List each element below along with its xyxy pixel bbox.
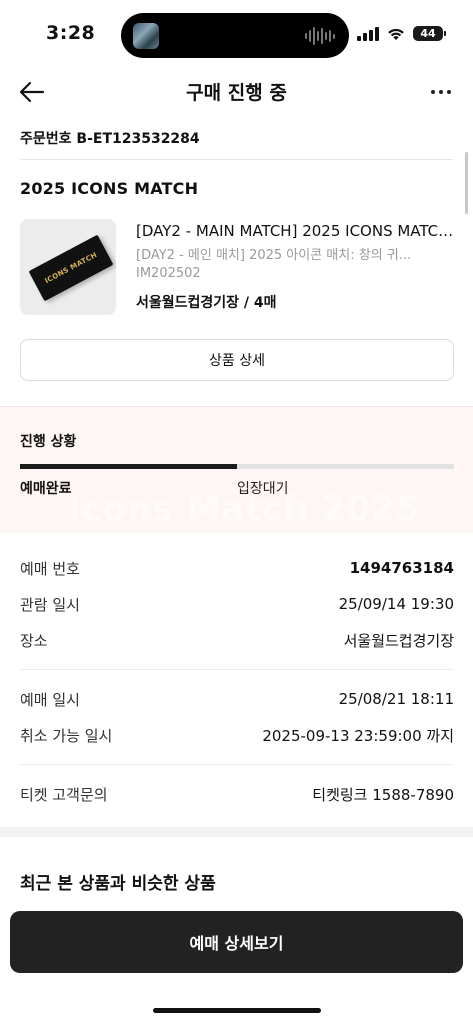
ticket-logo-text: ICONS MATCH xyxy=(43,250,99,286)
progress-bar xyxy=(20,464,454,469)
ticket-illustration: ICONS MATCH xyxy=(28,234,114,302)
progress-title: 진행 상황 xyxy=(20,434,77,450)
progress-bar-fill xyxy=(20,464,237,469)
cancel-deadline-label: 취소 가능 일시 xyxy=(20,726,113,745)
progress-panel: Icons Match 2025 진행 상황 예매완료 입장대기 xyxy=(0,406,473,533)
viewing-date-row: 관람 일시 25/09/14 19:30 xyxy=(20,593,454,615)
booking-number-label: 예매 번호 xyxy=(20,559,80,578)
order-number: 주문번호 B-ET123532284 xyxy=(20,131,200,147)
booking-date-label: 예매 일시 xyxy=(20,690,80,709)
cellular-signal-icon xyxy=(357,26,379,41)
product-detail-button[interactable]: 상품 상세 xyxy=(20,339,454,381)
divider xyxy=(20,159,453,160)
progress-step-booked: 예매완료 xyxy=(20,481,72,497)
viewing-date-label: 관람 일시 xyxy=(20,595,80,614)
venue-row: 장소 서울월드컵경기장 xyxy=(20,629,454,651)
booking-date-row: 예매 일시 25/08/21 18:11 xyxy=(20,688,454,710)
status-icons: 44 xyxy=(357,26,446,41)
inquiry-label: 티켓 고객문의 xyxy=(20,785,108,804)
cancel-deadline-value: 2025-09-13 23:59:00 까지 xyxy=(262,726,454,745)
more-dot-icon xyxy=(439,90,443,94)
scrollbar[interactable] xyxy=(465,152,468,214)
product-code: IM202502 xyxy=(136,266,201,281)
venue-label: 장소 xyxy=(20,631,48,650)
product-image[interactable]: ICONS MATCH xyxy=(20,219,116,315)
inquiry-phone[interactable]: 티켓링크 1588-7890 xyxy=(312,784,454,805)
event-title: 2025 ICONS MATCH xyxy=(20,179,199,198)
page-title: 구매 진행 중 xyxy=(186,82,287,104)
product-name[interactable]: [DAY2 - MAIN MATCH] 2025 ICONS MATCH: ..… xyxy=(136,222,454,240)
dynamic-island xyxy=(121,13,349,58)
divider xyxy=(20,669,454,670)
recent-similar-title: 최근 본 상품과 비슷한 상품 xyxy=(20,874,216,894)
more-options-button[interactable] xyxy=(425,76,457,108)
booking-number-row: 예매 번호 1494763184 xyxy=(20,557,454,579)
status-time: 3:28 xyxy=(46,22,96,44)
more-dot-icon xyxy=(431,90,435,94)
battery-icon: 44 xyxy=(413,26,446,41)
cancel-deadline-row: 취소 가능 일시 2025-09-13 23:59:00 까지 xyxy=(20,724,454,746)
section-divider xyxy=(0,827,473,837)
audio-waveform-icon xyxy=(305,26,335,46)
booking-date-value: 25/08/21 18:11 xyxy=(338,690,454,708)
product-subtitle: [DAY2 - 메인 매치] 2025 아이콘 매치: 창의 귀... xyxy=(136,248,412,263)
now-playing-thumbnail xyxy=(133,23,159,49)
inquiry-row[interactable]: 티켓 고객문의 티켓링크 1588-7890 xyxy=(20,783,454,805)
top-nav-bar: 구매 진행 중 xyxy=(0,68,473,114)
booking-number-value: 1494763184 xyxy=(349,559,454,577)
more-dot-icon xyxy=(447,90,451,94)
divider xyxy=(20,764,454,765)
home-indicator[interactable] xyxy=(153,1008,321,1013)
viewing-date-value: 25/09/14 19:30 xyxy=(338,595,454,613)
product-venue-quantity: 서울월드컵경기장 / 4매 xyxy=(136,295,277,311)
status-bar: 3:28 44 xyxy=(0,0,473,64)
venue-value: 서울월드컵경기장 xyxy=(343,631,454,650)
progress-step-waiting: 입장대기 xyxy=(237,481,289,497)
booking-detail-button[interactable]: 예매 상세보기 xyxy=(10,911,463,973)
wifi-icon xyxy=(388,28,404,40)
